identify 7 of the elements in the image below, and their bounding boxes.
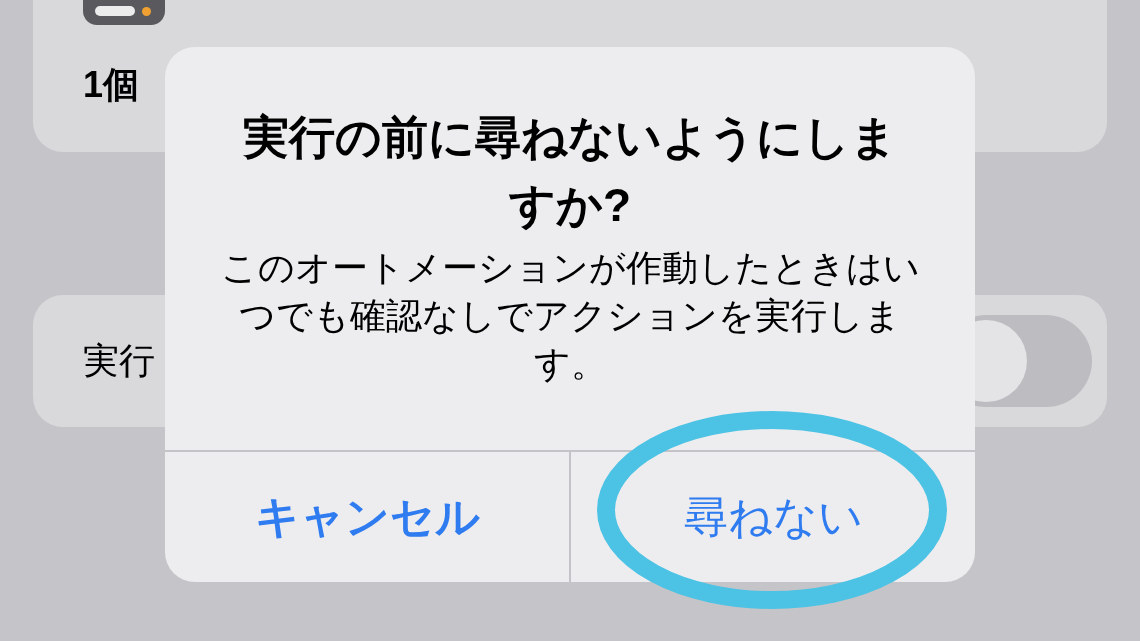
row-label: 実行 [83,339,155,383]
alert-title: 実行の前に尋ねないようにしますか? [242,110,898,233]
cancel-button[interactable]: キャンセル [165,452,569,582]
dont-ask-button[interactable]: 尋ねない [569,452,975,582]
summary-text: 1個 [83,63,141,107]
device-icon [83,0,165,25]
alert-message: このオートメーションが作動したときはいつでも確認なしでアクションを実行します。 [219,246,921,386]
